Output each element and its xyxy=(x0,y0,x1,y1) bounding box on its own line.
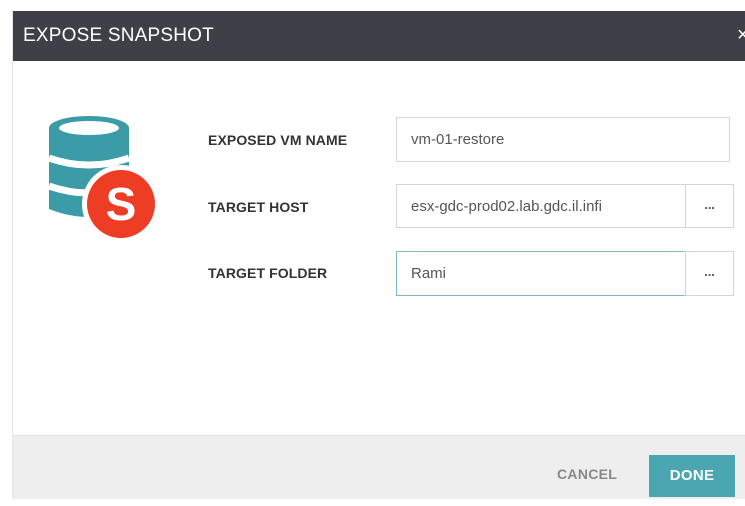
target-host-label: TARGET HOST xyxy=(208,199,309,215)
badge-letter: S xyxy=(106,178,137,230)
dialog-footer xyxy=(13,435,745,499)
exposed-vm-name-label: EXPOSED VM NAME xyxy=(208,132,348,148)
target-host-input[interactable] xyxy=(396,184,686,228)
exposed-vm-name-input[interactable] xyxy=(396,117,730,162)
target-folder-input[interactable] xyxy=(396,251,686,296)
dialog-title: EXPOSE SNAPSHOT xyxy=(23,25,214,46)
dialog-title-bar: EXPOSE SNAPSHOT × xyxy=(13,11,745,61)
cancel-button[interactable]: CANCEL xyxy=(557,466,617,482)
close-icon[interactable]: × xyxy=(737,23,745,47)
done-button[interactable]: DONE xyxy=(649,455,735,497)
target-folder-browse-button[interactable]: ... xyxy=(685,251,734,296)
target-folder-label: TARGET FOLDER xyxy=(208,265,328,281)
target-host-browse-button[interactable]: ... xyxy=(685,184,734,228)
database-snapshot-icon: S xyxy=(47,116,160,243)
snapshot-logo-icon: S xyxy=(47,114,161,244)
expose-snapshot-dialog: EXPOSE SNAPSHOT × S EXPOSED VM NAME TARG… xyxy=(12,11,745,499)
